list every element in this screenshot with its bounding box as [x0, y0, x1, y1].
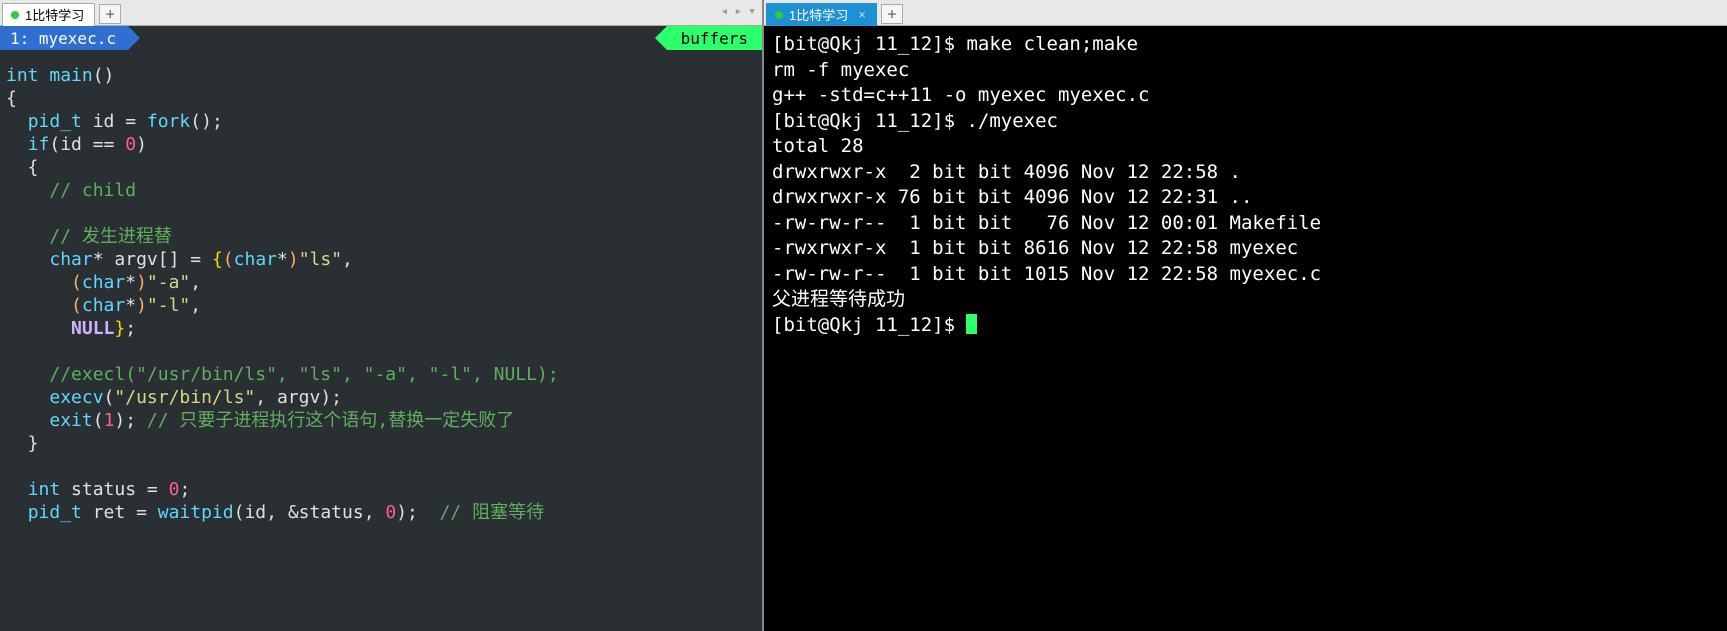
buffer-filename: 1: myexec.c — [10, 29, 116, 48]
terminal-line: rm -f myexec — [772, 59, 909, 81]
buffer-tab-active[interactable]: 1: myexec.c — [0, 26, 128, 50]
new-tab-button[interactable]: + — [881, 4, 903, 24]
cursor-icon — [966, 314, 977, 334]
buffers-label: buffers — [681, 29, 748, 48]
code-token: fork — [147, 111, 190, 132]
tab-modified-dot-icon — [11, 11, 19, 19]
terminal-line: drwxrwxr-x 76 bit bit 4096 Nov 12 22:31 … — [772, 186, 1252, 208]
terminal-pane: 1比特学习 × + [bit@Qkj 11_12]$ make clean;ma… — [764, 0, 1727, 631]
code-token: waitpid — [158, 502, 234, 523]
editor-tabbar: 1比特学习 + ◂ ▸ ▾ — [0, 0, 762, 26]
code-token: pid_t — [28, 111, 82, 132]
code-token: argv — [114, 249, 157, 270]
code-token: id — [244, 502, 266, 523]
nav-left-icon[interactable]: ◂ — [721, 4, 729, 19]
tab-modified-dot-icon — [775, 11, 783, 19]
terminal-tabbar: 1比特学习 × + — [764, 0, 1727, 26]
code-token: ret — [93, 502, 126, 523]
terminal-line: total 28 — [772, 135, 864, 157]
terminal-line: -rwxrwxr-x 1 bit bit 8616 Nov 12 22:58 m… — [772, 237, 1298, 259]
nav-right-icon[interactable]: ▸ — [734, 4, 742, 19]
code-editor[interactable]: int main() { pid_t id = fork(); if(id ==… — [0, 50, 762, 631]
code-token: int — [28, 479, 61, 500]
terminal-line: g++ -std=c++11 -o myexec myexec.c — [772, 84, 1150, 106]
code-token: status — [71, 479, 136, 500]
code-string: "-a" — [147, 272, 190, 293]
code-token: 1 — [104, 410, 115, 431]
terminal-line: [bit@Qkj 11_12]$ ./myexec — [772, 110, 1058, 132]
code-token: 0 — [125, 134, 136, 155]
code-token: if — [28, 134, 50, 155]
terminal-tab-1[interactable]: 1比特学习 × — [766, 3, 877, 26]
code-token: char — [49, 249, 92, 270]
tab-nav: ◂ ▸ ▾ — [721, 4, 756, 19]
code-token: id — [60, 134, 82, 155]
plus-icon: + — [887, 5, 896, 23]
code-comment: //execl("/usr/bin/ls", "ls", "-a", "-l",… — [49, 364, 558, 385]
tab-label: 1比特学习 — [25, 5, 84, 24]
terminal-line: 父进程等待成功 — [772, 288, 905, 310]
code-token: execv — [49, 387, 103, 408]
code-null: NULL — [71, 318, 114, 339]
terminal[interactable]: [bit@Qkj 11_12]$ make clean;make rm -f m… — [764, 26, 1727, 631]
terminal-line: drwxrwxr-x 2 bit bit 4096 Nov 12 22:58 . — [772, 161, 1241, 183]
code-token: int — [6, 65, 39, 86]
code-token: 0 — [169, 479, 180, 500]
terminal-prompt: [bit@Qkj 11_12]$ — [772, 314, 966, 336]
close-icon[interactable]: × — [858, 7, 866, 22]
code-token: main — [49, 65, 92, 86]
editor-pane: 1比特学习 + ◂ ▸ ▾ 1: myexec.c buffers int ma… — [0, 0, 764, 631]
code-token: 0 — [385, 502, 396, 523]
terminal-line: [bit@Qkj 11_12]$ make clean;make — [772, 33, 1138, 55]
code-token: status — [299, 502, 364, 523]
code-token: char — [82, 295, 125, 316]
buffers-indicator[interactable]: buffers — [667, 26, 762, 50]
terminal-line: -rw-rw-r-- 1 bit bit 76 Nov 12 00:01 Mak… — [772, 212, 1321, 234]
plus-icon: + — [106, 5, 115, 23]
code-token: char — [82, 272, 125, 293]
code-string: "ls" — [299, 249, 342, 270]
nav-down-icon[interactable]: ▾ — [748, 4, 756, 19]
tab-label: 1比特学习 — [789, 5, 848, 24]
code-token: char — [234, 249, 277, 270]
code-token: argv — [277, 387, 320, 408]
code-string: "-l" — [147, 295, 190, 316]
code-token: exit — [49, 410, 92, 431]
code-comment: // 发生进程替 — [49, 226, 172, 247]
terminal-line: -rw-rw-r-- 1 bit bit 1015 Nov 12 22:58 m… — [772, 263, 1321, 285]
code-comment: // 只要子进程执行这个语句,替换一定失败了 — [147, 410, 514, 431]
editor-tab-1[interactable]: 1比特学习 — [2, 3, 95, 26]
code-token: pid_t — [28, 502, 82, 523]
code-token: id — [93, 111, 115, 132]
new-tab-button[interactable]: + — [99, 4, 121, 24]
code-string: "/usr/bin/ls" — [114, 387, 255, 408]
bufferline: 1: myexec.c buffers — [0, 26, 762, 50]
code-comment: // 阻塞等待 — [440, 502, 545, 523]
code-comment: // child — [49, 180, 136, 201]
